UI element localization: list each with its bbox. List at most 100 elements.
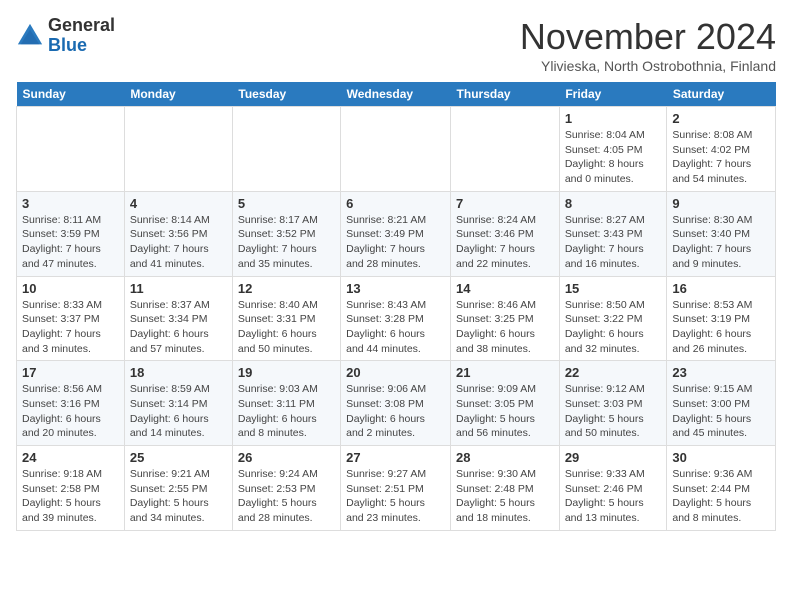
logo: General Blue: [16, 16, 115, 56]
day-info: Sunrise: 8:24 AM Sunset: 3:46 PM Dayligh…: [456, 213, 554, 272]
calendar-cell: 8 Sunrise: 8:27 AM Sunset: 3:43 PM Daylig…: [559, 191, 667, 276]
calendar-cell: 26 Sunrise: 9:24 AM Sunset: 2:53 PM Dayli…: [232, 446, 340, 531]
calendar-week-row: 10 Sunrise: 8:33 AM Sunset: 3:37 PM Dayli…: [17, 276, 776, 361]
calendar-cell: 15 Sunrise: 8:50 AM Sunset: 3:22 PM Dayli…: [559, 276, 667, 361]
calendar-cell: 2Sunrise: 8:08 AM Sunset: 4:02 PM Daylig…: [667, 107, 776, 192]
day-info: Sunrise: 8:21 AM Sunset: 3:49 PM Dayligh…: [346, 213, 445, 272]
page-header: General Blue November 2024 Ylivieska, No…: [16, 16, 776, 74]
weekday-header-tuesday: Tuesday: [232, 82, 340, 107]
day-info: Sunrise: 8:27 AM Sunset: 3:43 PM Dayligh…: [565, 213, 662, 272]
calendar-cell: 3 Sunrise: 8:11 AM Sunset: 3:59 PM Daylig…: [17, 191, 125, 276]
logo-icon: [16, 22, 44, 50]
day-info: Sunrise: 9:24 AM Sunset: 2:53 PM Dayligh…: [238, 467, 335, 526]
day-info: Sunrise: 9:18 AM Sunset: 2:58 PM Dayligh…: [22, 467, 119, 526]
calendar-cell: 1Sunrise: 8:04 AM Sunset: 4:05 PM Daylig…: [559, 107, 667, 192]
calendar-cell: [451, 107, 560, 192]
day-number: 3: [22, 196, 119, 211]
logo-text: General Blue: [48, 16, 115, 56]
day-info: Sunrise: 9:36 AM Sunset: 2:44 PM Dayligh…: [672, 467, 770, 526]
day-number: 24: [22, 450, 119, 465]
calendar-cell: 19 Sunrise: 9:03 AM Sunset: 3:11 PM Dayli…: [232, 361, 340, 446]
calendar-week-row: 1Sunrise: 8:04 AM Sunset: 4:05 PM Daylig…: [17, 107, 776, 192]
day-number: 5: [238, 196, 335, 211]
day-info: Sunrise: 8:43 AM Sunset: 3:28 PM Dayligh…: [346, 298, 445, 357]
day-number: 10: [22, 281, 119, 296]
day-info: Sunrise: 8:40 AM Sunset: 3:31 PM Dayligh…: [238, 298, 335, 357]
calendar-cell: 17 Sunrise: 8:56 AM Sunset: 3:16 PM Dayli…: [17, 361, 125, 446]
day-number: 6: [346, 196, 445, 211]
calendar-cell: 5Sunrise: 8:17 AM Sunset: 3:52 PM Daylig…: [232, 191, 340, 276]
day-number: 22: [565, 365, 662, 380]
day-number: 7: [456, 196, 554, 211]
calendar-cell: 27Sunrise: 9:27 AM Sunset: 2:51 PM Dayli…: [341, 446, 451, 531]
day-info: Sunrise: 8:56 AM Sunset: 3:16 PM Dayligh…: [22, 382, 119, 441]
weekday-header-monday: Monday: [124, 82, 232, 107]
weekday-header-sunday: Sunday: [17, 82, 125, 107]
day-number: 27: [346, 450, 445, 465]
calendar-cell: 14Sunrise: 8:46 AM Sunset: 3:25 PM Dayli…: [451, 276, 560, 361]
calendar-cell: 20 Sunrise: 9:06 AM Sunset: 3:08 PM Dayli…: [341, 361, 451, 446]
calendar-cell: 24 Sunrise: 9:18 AM Sunset: 2:58 PM Dayli…: [17, 446, 125, 531]
day-number: 30: [672, 450, 770, 465]
day-number: 13: [346, 281, 445, 296]
day-info: Sunrise: 9:21 AM Sunset: 2:55 PM Dayligh…: [130, 467, 227, 526]
day-info: Sunrise: 9:33 AM Sunset: 2:46 PM Dayligh…: [565, 467, 662, 526]
day-number: 23: [672, 365, 770, 380]
calendar-cell: 9Sunrise: 8:30 AM Sunset: 3:40 PM Daylig…: [667, 191, 776, 276]
day-number: 9: [672, 196, 770, 211]
calendar-cell: 25 Sunrise: 9:21 AM Sunset: 2:55 PM Dayli…: [124, 446, 232, 531]
calendar-cell: [17, 107, 125, 192]
weekday-header-thursday: Thursday: [451, 82, 560, 107]
calendar-week-row: 24 Sunrise: 9:18 AM Sunset: 2:58 PM Dayli…: [17, 446, 776, 531]
calendar-cell: 6 Sunrise: 8:21 AM Sunset: 3:49 PM Daylig…: [341, 191, 451, 276]
calendar-table: SundayMondayTuesdayWednesdayThursdayFrid…: [16, 82, 776, 531]
calendar-cell: [124, 107, 232, 192]
day-info: Sunrise: 8:53 AM Sunset: 3:19 PM Dayligh…: [672, 298, 770, 357]
calendar-cell: 13 Sunrise: 8:43 AM Sunset: 3:28 PM Dayli…: [341, 276, 451, 361]
day-number: 4: [130, 196, 227, 211]
day-info: Sunrise: 8:33 AM Sunset: 3:37 PM Dayligh…: [22, 298, 119, 357]
calendar-cell: 4 Sunrise: 8:14 AM Sunset: 3:56 PM Daylig…: [124, 191, 232, 276]
month-title: November 2024: [520, 16, 776, 58]
title-block: November 2024 Ylivieska, North Ostroboth…: [520, 16, 776, 74]
calendar-cell: 18Sunrise: 8:59 AM Sunset: 3:14 PM Dayli…: [124, 361, 232, 446]
calendar-cell: 16Sunrise: 8:53 AM Sunset: 3:19 PM Dayli…: [667, 276, 776, 361]
calendar-cell: 29 Sunrise: 9:33 AM Sunset: 2:46 PM Dayli…: [559, 446, 667, 531]
weekday-header-saturday: Saturday: [667, 82, 776, 107]
day-number: 17: [22, 365, 119, 380]
weekday-header-wednesday: Wednesday: [341, 82, 451, 107]
calendar-cell: 10 Sunrise: 8:33 AM Sunset: 3:37 PM Dayli…: [17, 276, 125, 361]
day-number: 18: [130, 365, 227, 380]
day-number: 15: [565, 281, 662, 296]
day-number: 2: [672, 111, 770, 126]
calendar-week-row: 17 Sunrise: 8:56 AM Sunset: 3:16 PM Dayli…: [17, 361, 776, 446]
calendar-header-row: SundayMondayTuesdayWednesdayThursdayFrid…: [17, 82, 776, 107]
day-info: Sunrise: 8:14 AM Sunset: 3:56 PM Dayligh…: [130, 213, 227, 272]
calendar-cell: 30 Sunrise: 9:36 AM Sunset: 2:44 PM Dayli…: [667, 446, 776, 531]
day-number: 26: [238, 450, 335, 465]
day-info: Sunrise: 9:15 AM Sunset: 3:00 PM Dayligh…: [672, 382, 770, 441]
day-number: 11: [130, 281, 227, 296]
day-number: 20: [346, 365, 445, 380]
calendar-cell: 28Sunrise: 9:30 AM Sunset: 2:48 PM Dayli…: [451, 446, 560, 531]
day-number: 25: [130, 450, 227, 465]
calendar-cell: [341, 107, 451, 192]
day-number: 29: [565, 450, 662, 465]
calendar-cell: 22 Sunrise: 9:12 AM Sunset: 3:03 PM Dayli…: [559, 361, 667, 446]
calendar-cell: 21Sunrise: 9:09 AM Sunset: 3:05 PM Dayli…: [451, 361, 560, 446]
calendar-week-row: 3 Sunrise: 8:11 AM Sunset: 3:59 PM Daylig…: [17, 191, 776, 276]
day-info: Sunrise: 8:11 AM Sunset: 3:59 PM Dayligh…: [22, 213, 119, 272]
day-info: Sunrise: 9:03 AM Sunset: 3:11 PM Dayligh…: [238, 382, 335, 441]
day-number: 19: [238, 365, 335, 380]
day-info: Sunrise: 9:06 AM Sunset: 3:08 PM Dayligh…: [346, 382, 445, 441]
day-info: Sunrise: 9:09 AM Sunset: 3:05 PM Dayligh…: [456, 382, 554, 441]
calendar-cell: [232, 107, 340, 192]
day-info: Sunrise: 9:12 AM Sunset: 3:03 PM Dayligh…: [565, 382, 662, 441]
day-info: Sunrise: 8:50 AM Sunset: 3:22 PM Dayligh…: [565, 298, 662, 357]
location-subtitle: Ylivieska, North Ostrobothnia, Finland: [520, 58, 776, 74]
calendar-cell: 11Sunrise: 8:37 AM Sunset: 3:34 PM Dayli…: [124, 276, 232, 361]
day-number: 12: [238, 281, 335, 296]
day-number: 8: [565, 196, 662, 211]
day-info: Sunrise: 9:30 AM Sunset: 2:48 PM Dayligh…: [456, 467, 554, 526]
day-info: Sunrise: 8:46 AM Sunset: 3:25 PM Dayligh…: [456, 298, 554, 357]
